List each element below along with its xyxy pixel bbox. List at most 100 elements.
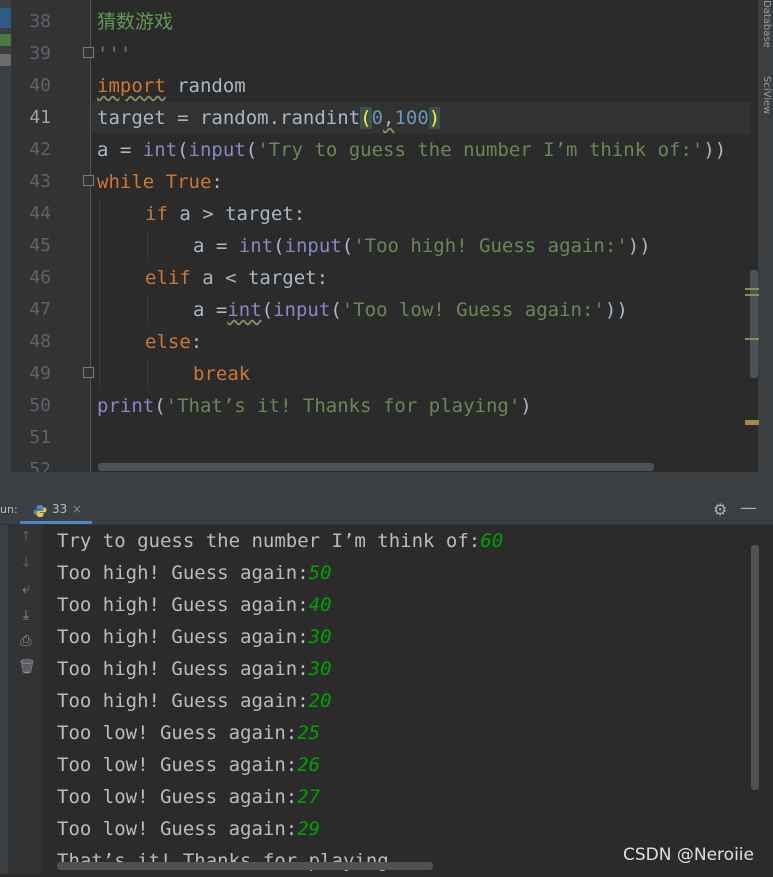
- console-line: Too low! Guess again:29: [57, 813, 320, 845]
- line-number: 43: [29, 171, 51, 192]
- builtin-function: input: [284, 235, 342, 257]
- code-line-39[interactable]: ''': [97, 38, 131, 70]
- indent-guide: [99, 198, 100, 390]
- code-text: a =: [193, 235, 239, 257]
- code-line-41[interactable]: target = random.randint(0,100): [97, 102, 441, 134]
- code-text: a =: [97, 139, 143, 161]
- code-text: :: [211, 171, 223, 193]
- code-text: a > target:: [167, 203, 306, 225]
- builtin-function: input: [188, 139, 246, 161]
- warning-stripe-marker[interactable]: [745, 420, 759, 425]
- builtin-function: int: [238, 235, 274, 257]
- code-line-40[interactable]: import random: [97, 70, 246, 102]
- console-line: Try to guess the number I’m think of:60: [57, 525, 503, 557]
- code-text: (: [154, 395, 166, 417]
- scroll-to-end-icon[interactable]: ⤓: [18, 607, 34, 623]
- code-line-50[interactable]: print('That’s it! Thanks for playing'): [97, 390, 532, 422]
- console-line: That’s it! Thanks for playing: [57, 845, 389, 877]
- database-panel-tab[interactable]: Database: [761, 0, 772, 48]
- soft-wrap-icon[interactable]: ⤶: [18, 581, 34, 597]
- console-input: 29: [297, 818, 321, 840]
- console-prompt: Too high! Guess again:: [57, 690, 309, 712]
- indent-guide: [147, 230, 148, 262]
- keyword-true: True: [165, 171, 212, 193]
- run-tab-bar: un: 33 × ⚙ —: [0, 496, 773, 525]
- editor-vertical-scrollbar[interactable]: [750, 270, 758, 378]
- console-prompt: Too high! Guess again:: [57, 594, 309, 616]
- comment-text: 猜数游戏: [97, 11, 174, 33]
- console-input: 20: [308, 690, 332, 712]
- code-text: target = random.randint: [97, 107, 361, 129]
- gear-icon[interactable]: ⚙: [713, 500, 727, 519]
- down-arrow-icon[interactable]: ↓: [18, 555, 34, 571]
- console-input: 25: [297, 722, 321, 744]
- code-text: ,: [383, 107, 395, 129]
- builtin-function: int: [227, 299, 262, 321]
- code-text: (: [245, 139, 258, 161]
- console-line: Too high! Guess again:30: [57, 653, 332, 685]
- panel-splitter[interactable]: [0, 472, 773, 496]
- code-line-43[interactable]: while True:: [97, 166, 223, 198]
- code-text: (: [341, 235, 354, 257]
- code-text: )): [604, 299, 628, 321]
- run-tab-label: 33: [52, 502, 68, 516]
- console-prompt: Too low! Guess again:: [57, 818, 298, 840]
- run-side-strip: [0, 525, 8, 874]
- fold-marker-icon[interactable]: [83, 47, 94, 58]
- fold-marker-icon[interactable]: [83, 175, 94, 186]
- console-vertical-scrollbar[interactable]: [751, 545, 759, 790]
- code-line-42[interactable]: a = int(input('Try to guess the number I…: [97, 134, 726, 166]
- code-editor[interactable]: 38 39 40 41 42 43 44 45 46 47 48 49 50 5…: [0, 0, 773, 472]
- minimize-icon[interactable]: —: [740, 498, 757, 518]
- console-line: Too high! Guess again:30: [57, 621, 332, 653]
- console-input: 30: [308, 658, 332, 680]
- code-text: a < target:: [190, 267, 329, 289]
- indent-guide: [147, 294, 148, 326]
- right-tool-strip: [758, 0, 773, 472]
- console-prompt: Too low! Guess again:: [57, 754, 298, 776]
- trash-icon[interactable]: 🗑: [18, 659, 36, 675]
- console-prompt: Too high! Guess again:: [57, 562, 309, 584]
- python-icon: [33, 503, 47, 522]
- up-arrow-icon[interactable]: ↑: [18, 529, 34, 545]
- string-literal: 'Try to guess the number I’m think of:': [257, 139, 704, 161]
- fold-marker-icon[interactable]: [83, 367, 94, 378]
- sciview-panel-tab[interactable]: SciView: [761, 76, 772, 114]
- code-line-47[interactable]: a =int(input('Too low! Guess again:')): [193, 294, 628, 326]
- string-literal: 'Too high! Guess again:': [353, 235, 628, 257]
- code-line-45[interactable]: a = int(input('Too high! Guess again:')): [193, 230, 651, 262]
- console-input: 40: [308, 594, 332, 616]
- matched-bracket: (: [360, 107, 372, 129]
- console-horizontal-scrollbar[interactable]: [57, 862, 433, 870]
- code-line-48[interactable]: else:: [145, 326, 202, 358]
- print-icon[interactable]: ⎙: [18, 633, 34, 649]
- code-line-44[interactable]: if a > target:: [145, 198, 305, 230]
- number-literal: 100: [394, 107, 429, 129]
- line-number: 42: [29, 139, 51, 160]
- error-stripe-marker[interactable]: [745, 338, 759, 340]
- code-line-46[interactable]: elif a < target:: [145, 262, 328, 294]
- gutter-separator: [90, 0, 91, 472]
- code-line-49[interactable]: break: [193, 358, 250, 390]
- indent-guide: [147, 358, 148, 390]
- keyword-while: while: [97, 171, 155, 193]
- code-text: )): [627, 235, 651, 257]
- line-number: 49: [29, 363, 51, 384]
- run-tab-33[interactable]: 33 ×: [20, 496, 92, 524]
- console-line: Too low! Guess again:27: [57, 781, 320, 813]
- line-number: 45: [29, 235, 51, 256]
- line-number: 39: [29, 43, 51, 64]
- error-stripe-marker[interactable]: [745, 288, 759, 290]
- line-number: 50: [29, 395, 51, 416]
- docstring-quote: ''': [97, 43, 132, 65]
- keyword-if: if: [145, 203, 168, 225]
- line-number: 48: [29, 331, 51, 352]
- editor-horizontal-scrollbar[interactable]: [98, 463, 654, 471]
- builtin-function: int: [142, 139, 178, 161]
- builtin-function: input: [273, 299, 331, 321]
- error-stripe-marker[interactable]: [745, 294, 759, 296]
- code-text: (: [261, 299, 274, 321]
- code-line-38[interactable]: 猜数游戏: [97, 6, 173, 38]
- close-icon[interactable]: ×: [72, 502, 82, 516]
- console-input: 26: [297, 754, 321, 776]
